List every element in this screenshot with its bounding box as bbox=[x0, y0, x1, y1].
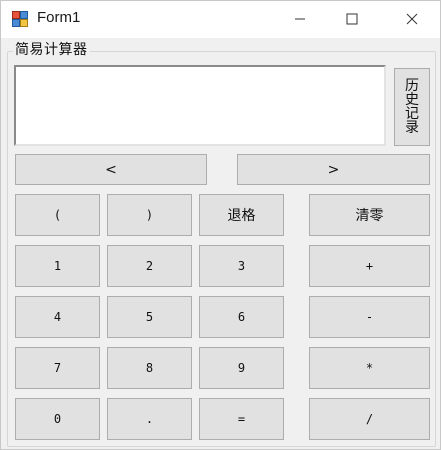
digit-2-button[interactable]: 2 bbox=[107, 245, 192, 287]
digit-8-button[interactable]: 8 bbox=[107, 347, 192, 389]
history-char-2: 史 bbox=[405, 92, 419, 108]
digit-7-button[interactable]: 7 bbox=[15, 347, 100, 389]
history-button[interactable]: 历 史 记 录 bbox=[394, 68, 430, 146]
title-bar[interactable]: Form1 bbox=[1, 1, 440, 38]
groupbox-title: 简易计算器 bbox=[13, 39, 90, 59]
digit-9-button[interactable]: 9 bbox=[199, 347, 284, 389]
minimize-icon bbox=[295, 18, 305, 20]
close-button[interactable] bbox=[389, 1, 435, 37]
maximize-icon bbox=[346, 13, 358, 25]
maximize-button[interactable] bbox=[329, 1, 375, 37]
clear-button[interactable]: 清零 bbox=[309, 194, 430, 236]
open-paren-button[interactable]: ( bbox=[15, 194, 100, 236]
digit-3-button[interactable]: 3 bbox=[199, 245, 284, 287]
history-prev-button[interactable]: < bbox=[15, 154, 207, 185]
decimal-point-button[interactable]: . bbox=[107, 398, 192, 440]
plus-button[interactable]: + bbox=[309, 245, 430, 287]
close-icon bbox=[406, 13, 418, 25]
digit-1-button[interactable]: 1 bbox=[15, 245, 100, 287]
history-char-3: 记 bbox=[405, 106, 419, 122]
winforms-app-icon bbox=[12, 11, 28, 27]
minimize-button[interactable] bbox=[277, 1, 323, 37]
digit-4-button[interactable]: 4 bbox=[15, 296, 100, 338]
divide-button[interactable]: / bbox=[309, 398, 430, 440]
history-next-button[interactable]: > bbox=[237, 154, 430, 185]
equals-button[interactable]: = bbox=[199, 398, 284, 440]
calculator-window: Form1 简易计算器 历 史 记 录 < > ( ) 退格 清零 1 2 3 … bbox=[0, 0, 441, 450]
digit-0-button[interactable]: 0 bbox=[15, 398, 100, 440]
expression-display[interactable] bbox=[14, 65, 386, 146]
multiply-button[interactable]: * bbox=[309, 347, 430, 389]
digit-5-button[interactable]: 5 bbox=[107, 296, 192, 338]
backspace-button[interactable]: 退格 bbox=[199, 194, 284, 236]
history-char-4: 录 bbox=[405, 120, 419, 136]
window-title: Form1 bbox=[37, 9, 81, 26]
close-paren-button[interactable]: ) bbox=[107, 194, 192, 236]
digit-6-button[interactable]: 6 bbox=[199, 296, 284, 338]
history-char-1: 历 bbox=[405, 78, 419, 94]
minus-button[interactable]: - bbox=[309, 296, 430, 338]
